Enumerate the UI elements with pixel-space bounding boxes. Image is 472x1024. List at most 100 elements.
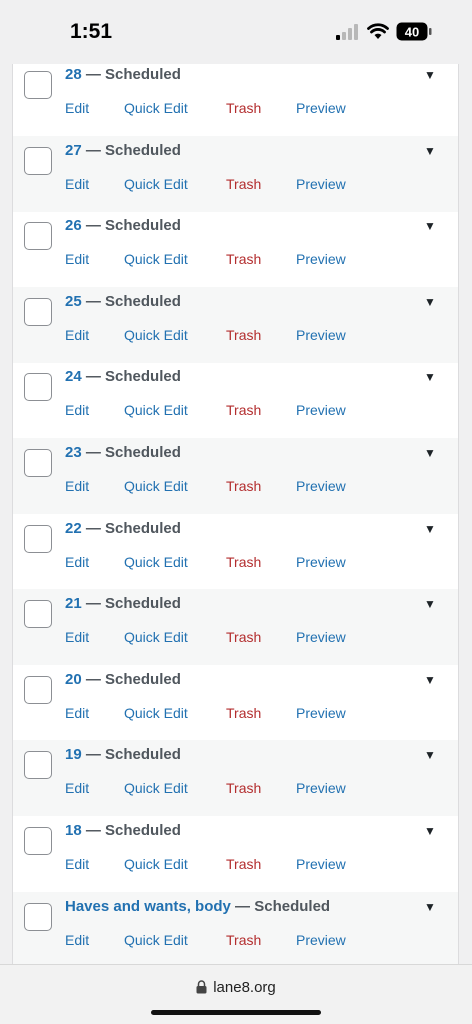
quick-edit-link[interactable]: Quick Edit bbox=[124, 705, 188, 721]
post-title-link[interactable]: 20 bbox=[65, 671, 82, 688]
row-checkbox[interactable] bbox=[24, 222, 52, 251]
trash-link[interactable]: Trash bbox=[226, 176, 261, 192]
edit-link[interactable]: Edit bbox=[65, 554, 89, 570]
post-title-link[interactable]: 19 bbox=[65, 746, 82, 763]
trash-link[interactable]: Trash bbox=[226, 780, 261, 796]
row-checkbox[interactable] bbox=[24, 600, 52, 629]
quick-edit-link[interactable]: Quick Edit bbox=[124, 327, 188, 343]
row-checkbox[interactable] bbox=[24, 71, 52, 99]
post-title-link[interactable]: 22 bbox=[65, 520, 82, 537]
preview-link[interactable]: Preview bbox=[296, 932, 346, 948]
quick-edit-link[interactable]: Quick Edit bbox=[124, 554, 188, 570]
toggle-row-icon[interactable]: ▼ bbox=[424, 522, 436, 536]
toggle-row-icon[interactable]: ▼ bbox=[424, 219, 436, 233]
toggle-row-icon[interactable]: ▼ bbox=[424, 824, 436, 838]
post-title-line: Haves and wants, body — Scheduled bbox=[65, 898, 330, 915]
toggle-row-icon[interactable]: ▼ bbox=[424, 370, 436, 384]
preview-link[interactable]: Preview bbox=[296, 478, 346, 494]
preview-link[interactable]: Preview bbox=[296, 856, 346, 872]
row-checkbox[interactable] bbox=[24, 675, 52, 704]
post-state: — Scheduled bbox=[81, 822, 181, 839]
toggle-row-icon[interactable]: ▼ bbox=[424, 446, 436, 460]
url-text: lane8.org bbox=[213, 979, 276, 996]
row-checkbox[interactable] bbox=[24, 449, 52, 477]
post-title-link[interactable]: 24 bbox=[65, 368, 82, 385]
toggle-row-icon[interactable]: ▼ bbox=[424, 673, 436, 687]
quick-edit-link[interactable]: Quick Edit bbox=[124, 932, 188, 948]
preview-link[interactable]: Preview bbox=[296, 629, 346, 645]
row-checkbox[interactable] bbox=[24, 373, 52, 402]
post-state: — Scheduled bbox=[230, 897, 331, 915]
post-state: — Scheduled bbox=[81, 141, 181, 159]
post-row: 25 — Scheduled ▼ Edit Quick Edit Trash Previe… bbox=[13, 286, 458, 363]
row-checkbox[interactable] bbox=[24, 524, 52, 553]
trash-link[interactable]: Trash bbox=[226, 327, 261, 343]
quick-edit-link[interactable]: Quick Edit bbox=[124, 780, 188, 796]
post-title-line: 23 — Scheduled bbox=[65, 444, 181, 461]
trash-link[interactable]: Trash bbox=[226, 554, 261, 570]
row-checkbox[interactable] bbox=[24, 902, 52, 931]
toggle-row-icon[interactable]: ▼ bbox=[424, 68, 436, 82]
status-bar: 1:51 40 bbox=[0, 0, 472, 64]
post-state: — Scheduled bbox=[81, 292, 181, 310]
quick-edit-link[interactable]: Quick Edit bbox=[124, 478, 188, 494]
post-title-link[interactable]: 28 bbox=[65, 66, 82, 83]
trash-link[interactable]: Trash bbox=[226, 932, 261, 948]
edit-link[interactable]: Edit bbox=[65, 932, 89, 948]
trash-link[interactable]: Trash bbox=[226, 251, 261, 267]
lock-icon bbox=[196, 980, 207, 994]
trash-link[interactable]: Trash bbox=[226, 629, 261, 645]
preview-link[interactable]: Preview bbox=[296, 251, 346, 267]
row-checkbox[interactable] bbox=[24, 146, 52, 175]
trash-link[interactable]: Trash bbox=[226, 402, 261, 418]
preview-link[interactable]: Preview bbox=[296, 780, 346, 796]
edit-link[interactable]: Edit bbox=[65, 705, 89, 721]
edit-link[interactable]: Edit bbox=[65, 780, 89, 796]
post-title-link[interactable]: 27 bbox=[65, 142, 82, 159]
edit-link[interactable]: Edit bbox=[65, 100, 89, 116]
row-checkbox[interactable] bbox=[24, 751, 52, 780]
quick-edit-link[interactable]: Quick Edit bbox=[124, 629, 188, 645]
preview-link[interactable]: Preview bbox=[296, 176, 346, 192]
post-title-link[interactable]: Haves and wants, body bbox=[65, 898, 231, 915]
row-checkbox[interactable] bbox=[24, 827, 52, 855]
quick-edit-link[interactable]: Quick Edit bbox=[124, 402, 188, 418]
preview-link[interactable]: Preview bbox=[296, 402, 346, 418]
post-state: — Scheduled bbox=[81, 670, 181, 688]
post-title-link[interactable]: 18 bbox=[65, 822, 82, 839]
edit-link[interactable]: Edit bbox=[65, 856, 89, 872]
post-title-link[interactable]: 25 bbox=[65, 293, 82, 310]
address-bar[interactable]: lane8.org bbox=[0, 979, 472, 996]
edit-link[interactable]: Edit bbox=[65, 629, 89, 645]
toggle-row-icon[interactable]: ▼ bbox=[424, 900, 436, 914]
edit-link[interactable]: Edit bbox=[65, 478, 89, 494]
trash-link[interactable]: Trash bbox=[226, 705, 261, 721]
home-indicator[interactable] bbox=[151, 1010, 321, 1015]
post-title-link[interactable]: 26 bbox=[65, 217, 82, 234]
quick-edit-link[interactable]: Quick Edit bbox=[124, 251, 188, 267]
edit-link[interactable]: Edit bbox=[65, 176, 89, 192]
edit-link[interactable]: Edit bbox=[65, 402, 89, 418]
preview-link[interactable]: Preview bbox=[296, 705, 346, 721]
toggle-row-icon[interactable]: ▼ bbox=[424, 295, 436, 309]
toggle-row-icon[interactable]: ▼ bbox=[424, 144, 436, 158]
edit-link[interactable]: Edit bbox=[65, 251, 89, 267]
edit-link[interactable]: Edit bbox=[65, 327, 89, 343]
preview-link[interactable]: Preview bbox=[296, 100, 346, 116]
post-title-line: 22 — Scheduled bbox=[65, 520, 181, 537]
post-title-link[interactable]: 21 bbox=[65, 595, 82, 612]
quick-edit-link[interactable]: Quick Edit bbox=[124, 176, 188, 192]
post-title-link[interactable]: 23 bbox=[65, 444, 82, 461]
post-title-line: 18 — Scheduled bbox=[65, 822, 181, 839]
trash-link[interactable]: Trash bbox=[226, 100, 261, 116]
preview-link[interactable]: Preview bbox=[296, 327, 346, 343]
preview-link[interactable]: Preview bbox=[296, 554, 346, 570]
quick-edit-link[interactable]: Quick Edit bbox=[124, 100, 188, 116]
toggle-row-icon[interactable]: ▼ bbox=[424, 597, 436, 611]
quick-edit-link[interactable]: Quick Edit bbox=[124, 856, 188, 872]
trash-link[interactable]: Trash bbox=[226, 856, 261, 872]
post-row: 22 — Scheduled ▼ Edit Quick Edit Trash Previe… bbox=[13, 514, 458, 590]
toggle-row-icon[interactable]: ▼ bbox=[424, 748, 436, 762]
row-checkbox[interactable] bbox=[24, 297, 52, 326]
trash-link[interactable]: Trash bbox=[226, 478, 261, 494]
